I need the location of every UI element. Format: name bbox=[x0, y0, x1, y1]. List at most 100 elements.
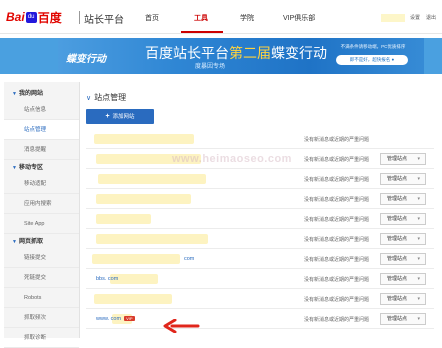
manage-site-label: 管理站点 bbox=[387, 236, 408, 242]
sidebar-item-mobile-adapt[interactable]: 移动适配 bbox=[4, 174, 79, 194]
sidebar-item-site-info[interactable]: 站点信息 bbox=[4, 100, 79, 120]
domain-text: www. com bbox=[96, 316, 122, 322]
caret-down-icon: ▾ bbox=[417, 256, 420, 262]
row-status: 没有新消息或近期的严重问题 bbox=[304, 317, 370, 323]
caret-down-icon: ▾ bbox=[417, 216, 420, 222]
sidebar-section-my-sites[interactable]: ▼ 我的网站 bbox=[12, 88, 43, 97]
manage-site-label: 管理站点 bbox=[387, 276, 408, 282]
logout-link[interactable]: 退出 bbox=[426, 14, 436, 21]
logo-bai-text: Bai bbox=[6, 10, 25, 24]
manage-site-dropdown[interactable]: 管理站点 ▾ bbox=[380, 173, 426, 185]
manage-site-dropdown[interactable]: 管理站点 ▾ bbox=[380, 313, 426, 325]
sidebar-section-crawling[interactable]: ▼ 网页抓取 bbox=[12, 236, 43, 245]
sidebar-item-site-app[interactable]: Site App bbox=[4, 214, 79, 234]
row-status: 没有新消息或近期的严重问题 bbox=[304, 177, 370, 183]
sidebar-item-site-management[interactable]: 站点管理 bbox=[4, 120, 79, 140]
page-title: ∨ 站点管理 bbox=[86, 92, 126, 103]
manage-site-dropdown[interactable]: 管理站点 ▾ bbox=[380, 153, 426, 165]
sidebar-section-label: 网页抓取 bbox=[18, 239, 43, 245]
sidebar-item-link-submit[interactable]: 链接提交 bbox=[4, 248, 79, 268]
domain-redacted[interactable] bbox=[92, 254, 180, 264]
sidebar-section-label: 移动专区 bbox=[18, 165, 43, 171]
manage-site-dropdown[interactable]: 管理站点 ▾ bbox=[380, 213, 426, 225]
manage-site-label: 管理站点 bbox=[387, 216, 408, 222]
domain-link[interactable]: com bbox=[184, 256, 194, 262]
domain-redacted[interactable] bbox=[98, 174, 206, 184]
settings-link[interactable]: 设置 bbox=[410, 14, 420, 21]
watermark: www.heimaoseo.com bbox=[172, 153, 292, 165]
triangle-down-icon: ▼ bbox=[12, 91, 17, 97]
nav-home[interactable]: 首页 bbox=[145, 13, 159, 23]
manage-site-label: 管理站点 bbox=[387, 176, 408, 182]
domain-link[interactable]: www. com VIP bbox=[96, 316, 135, 322]
banner-subtitle: 度暴因专场 bbox=[195, 64, 226, 70]
banner-title-suffix: 蝶变行动 bbox=[271, 45, 327, 61]
banner-script-logo: 蝶变行动 bbox=[66, 54, 106, 65]
row-status: 没有新消息或近期的严重问题 bbox=[304, 277, 370, 283]
add-site-button[interactable]: + 添加网站 bbox=[86, 109, 154, 124]
domain-redacted[interactable] bbox=[94, 294, 172, 304]
username-redacted[interactable] bbox=[381, 14, 405, 22]
domain-link[interactable]: bbs. com bbox=[96, 276, 118, 282]
nav-tools[interactable]: 工具 bbox=[194, 13, 208, 23]
chevron-down-icon: ∨ bbox=[86, 95, 92, 102]
baidu-logo[interactable]: Bai du 百度 bbox=[6, 10, 62, 25]
row-status: 没有新消息或近期的严重问题 bbox=[304, 137, 370, 143]
sidebar-item-message-alerts[interactable]: 消息提醒 bbox=[4, 140, 79, 160]
caret-down-icon: ▾ bbox=[417, 176, 420, 182]
table-row: 没有新消息或近期的严重问题 管理站点 ▾ bbox=[86, 170, 434, 189]
banner-note: 不满条件请移动端，PC优质排序 bbox=[340, 44, 406, 49]
sidebar: ▼ 我的网站 站点信息 站点管理 消息提醒 ▼ 移动专区 移动适配 应用内搜索 Si… bbox=[4, 82, 80, 348]
page-title-text: 站点管理 bbox=[94, 93, 127, 102]
plus-icon: + bbox=[105, 113, 110, 120]
manage-site-dropdown[interactable]: 管理站点 ▾ bbox=[380, 233, 426, 245]
manage-site-label: 管理站点 bbox=[387, 296, 408, 302]
sidebar-item-robots[interactable]: Robots bbox=[4, 288, 79, 308]
banner-title: 百度站长平台第二届蝶变行动 bbox=[145, 43, 327, 63]
sidebar-item-crawl-diagnosis[interactable]: 抓取诊断 bbox=[4, 328, 79, 348]
triangle-down-icon: ▼ bbox=[12, 239, 17, 245]
caret-down-icon: ▾ bbox=[417, 316, 420, 322]
table-row: 没有新消息或近期的严重问题 bbox=[86, 130, 434, 149]
table-row: 没有新消息或近期的严重问题 管理站点 ▾ bbox=[86, 290, 434, 309]
nav-active-underline bbox=[181, 31, 223, 33]
banner-left-edge bbox=[0, 38, 58, 74]
manage-site-dropdown[interactable]: 管理站点 ▾ bbox=[380, 273, 426, 285]
logo-divider bbox=[79, 11, 80, 24]
sidebar-section-mobile[interactable]: ▼ 移动专区 bbox=[12, 162, 43, 171]
vip-badge: VIP bbox=[124, 316, 135, 322]
add-site-label: 添加网站 bbox=[112, 114, 135, 120]
domain-redacted[interactable] bbox=[96, 234, 208, 244]
logo-du-text: 百度 bbox=[37, 10, 62, 25]
domain-redacted[interactable] bbox=[96, 214, 151, 224]
paw-icon: du bbox=[25, 11, 37, 23]
nav-vip-club[interactable]: VIP俱乐部 bbox=[283, 13, 315, 23]
sidebar-item-dead-link-submit[interactable]: 死链提交 bbox=[4, 268, 79, 288]
banner-title-prefix: 百度站长平台 bbox=[145, 45, 229, 61]
row-status: 没有新消息或近期的严重问题 bbox=[304, 237, 370, 243]
banner-signup-button[interactable]: 即不是好，超快报名 ● bbox=[336, 55, 408, 65]
row-status: 没有新消息或近期的严重问题 bbox=[304, 257, 370, 263]
row-status: 没有新消息或近期的严重问题 bbox=[304, 157, 370, 163]
domain-redacted[interactable] bbox=[96, 194, 191, 204]
sidebar-item-in-app-search[interactable]: 应用内搜索 bbox=[4, 194, 79, 214]
sidebar-section-label: 我的网站 bbox=[18, 91, 43, 97]
domain-redacted[interactable] bbox=[94, 134, 194, 144]
manage-site-dropdown[interactable]: 管理站点 ▾ bbox=[380, 253, 426, 265]
row-status: 没有新消息或近期的严重问题 bbox=[304, 297, 370, 303]
caret-down-icon: ▾ bbox=[417, 196, 420, 202]
banner-title-highlight: 第二届 bbox=[229, 45, 271, 61]
caret-down-icon: ▾ bbox=[417, 276, 420, 282]
banner-right-edge bbox=[424, 38, 442, 74]
sidebar-item-crawl-frequency[interactable]: 抓取频次 bbox=[4, 308, 79, 328]
manage-site-dropdown[interactable]: 管理站点 ▾ bbox=[380, 293, 426, 305]
triangle-down-icon: ▼ bbox=[12, 165, 17, 171]
table-row: 没有新消息或近期的严重问题 管理站点 ▾ bbox=[86, 190, 434, 209]
manage-site-dropdown[interactable]: 管理站点 ▾ bbox=[380, 193, 426, 205]
row-status: 没有新消息或近期的严重问题 bbox=[304, 197, 370, 203]
red-arrow-annotation-icon bbox=[163, 319, 200, 333]
nav-academy[interactable]: 学院 bbox=[240, 13, 254, 23]
promo-banner[interactable]: 蝶变行动 百度站长平台第二届蝶变行动 度暴因专场 不满条件请移动端，PC优质排序… bbox=[0, 38, 442, 74]
caret-down-icon: ▾ bbox=[417, 156, 420, 162]
caret-down-icon: ▾ bbox=[417, 296, 420, 302]
